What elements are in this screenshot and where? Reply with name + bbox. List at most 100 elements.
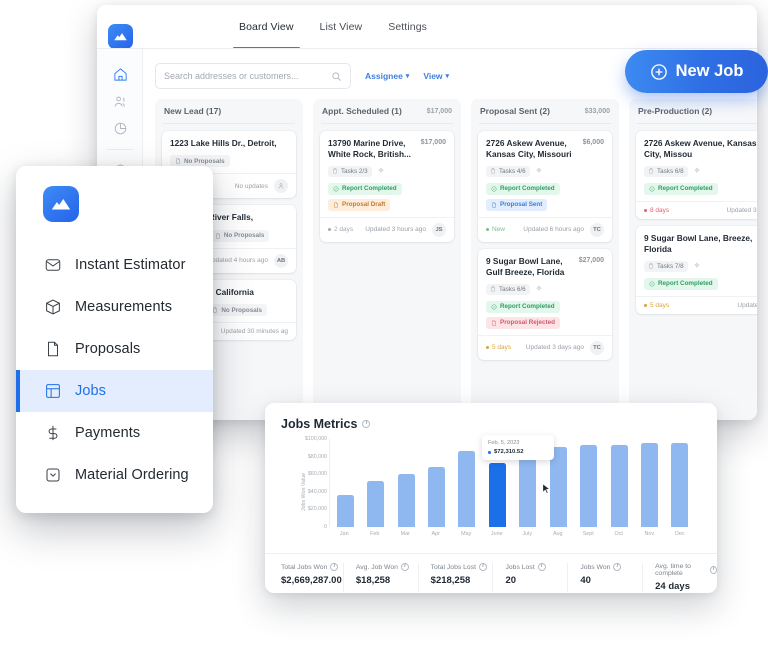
clipboard-icon xyxy=(491,286,495,292)
column-header: Proposal Sent (2) $33,000 xyxy=(478,99,612,123)
job-updated: Updated 4 hours ago xyxy=(207,257,268,265)
job-card-footer-right: No updates xyxy=(234,179,288,194)
chart-y-tick: $80,000 xyxy=(307,453,327,460)
job-card[interactable]: 2726 Askew Avenue, Kansas City, Missou Ta… xyxy=(636,131,757,219)
tooltip-value: $72,310.52 xyxy=(494,449,524,455)
chart-bar[interactable] xyxy=(367,481,385,527)
chart-bar[interactable] xyxy=(640,443,658,527)
column-title: Proposal Sent (2) xyxy=(480,106,550,116)
status-badge: Proposal Draft xyxy=(328,198,391,211)
chart-bar[interactable] xyxy=(488,463,506,527)
chart-bar-group[interactable] xyxy=(421,439,451,527)
menu-item-jobs[interactable]: Jobs xyxy=(16,370,213,412)
chart-bar[interactable] xyxy=(580,445,598,527)
metrics-header: Jobs Metrics i xyxy=(281,417,701,431)
tab-list-view-label: List View xyxy=(319,21,363,33)
status-dot-icon xyxy=(328,228,331,232)
job-address: 2726 Askew Avenue, Kansas City, Missou xyxy=(644,138,757,160)
metric-stat-value: 20 xyxy=(505,575,517,586)
new-job-button[interactable]: New Job xyxy=(625,50,768,93)
view-tabs: Board View List View Settings xyxy=(233,5,427,49)
job-card[interactable]: 9 Sugar Bowl Lane, Breeze, Florida Tasks … xyxy=(636,225,757,314)
chart-bar[interactable] xyxy=(397,474,415,527)
status-badge-label: Proposal Rejected xyxy=(500,319,555,327)
job-card[interactable]: 9 Sugar Bowl Lane, Gulf Breeze, Florida $… xyxy=(478,248,612,360)
job-card[interactable]: 13790 Marine Drive, White Rock, British.… xyxy=(320,131,454,242)
check-circle-icon xyxy=(491,186,497,192)
chart-bar[interactable] xyxy=(458,451,476,527)
menu-item-proposals[interactable]: Proposals xyxy=(16,328,213,370)
metric-stat-label: Avg. time to complete i xyxy=(655,563,717,577)
info-icon[interactable]: i xyxy=(330,563,339,571)
rail-divider xyxy=(106,149,133,150)
chart-bar[interactable] xyxy=(519,449,537,527)
menu-item-payments[interactable]: Payments xyxy=(16,412,213,454)
metrics-title: Jobs Metrics xyxy=(281,417,358,431)
filter-view-label: View xyxy=(423,71,443,81)
job-address: 13790 Marine Drive, White Rock, British.… xyxy=(328,138,411,160)
avatar[interactable]: TC xyxy=(590,222,604,237)
chart-bar-group[interactable] xyxy=(634,439,664,527)
avatar[interactable]: JS xyxy=(432,222,446,237)
menu-item-measurements[interactable]: Measurements xyxy=(16,286,213,328)
rail-item-customers[interactable] xyxy=(97,88,143,115)
avatar[interactable] xyxy=(274,179,288,194)
chart-bar[interactable] xyxy=(336,495,354,527)
info-icon[interactable]: i xyxy=(710,566,717,574)
status-dot-icon xyxy=(486,228,489,232)
avatar[interactable]: AB xyxy=(274,253,288,268)
chart-y-tick: 0 xyxy=(324,524,327,530)
job-card-footer: 2 days Updated 3 hours ago JS xyxy=(320,216,454,242)
avatar[interactable]: TC xyxy=(590,340,604,355)
rail-item-home[interactable] xyxy=(97,61,143,88)
tab-board-view[interactable]: Board View xyxy=(233,5,299,49)
chart-bar-group[interactable] xyxy=(665,439,695,527)
chart-bar-group[interactable] xyxy=(604,439,634,527)
filter-view[interactable]: View ▾ xyxy=(423,71,449,81)
tab-list-view[interactable]: List View xyxy=(320,5,363,49)
job-card-footer-right: Updated 3 d xyxy=(727,207,757,214)
info-icon[interactable]: i xyxy=(400,563,409,571)
job-updated: No updates xyxy=(234,182,268,190)
filter-assignee[interactable]: Assignee ▾ xyxy=(365,71,409,81)
info-icon[interactable]: i xyxy=(362,420,371,428)
app-topbar: Board View List View Settings xyxy=(97,5,757,49)
job-card-footer-right: Updated 30 minutes ag xyxy=(221,328,288,335)
job-card-top: 1223 Lake Hills Dr., Detroit, xyxy=(170,138,288,149)
tab-settings[interactable]: Settings xyxy=(388,5,427,49)
mouse-cursor-icon xyxy=(542,483,551,494)
chart-bar[interactable] xyxy=(671,442,689,527)
chart-bar[interactable] xyxy=(427,467,445,527)
menu-item-label: Material Ordering xyxy=(75,467,189,483)
document-icon xyxy=(492,202,496,208)
chart-bar-group[interactable] xyxy=(330,439,360,527)
job-card-footer: 5 days Updated xyxy=(636,295,757,314)
screenshot-root: Board View List View Settings Search add… xyxy=(0,0,768,648)
chart-y-tick: $20,000 xyxy=(307,506,327,513)
chart-bar[interactable] xyxy=(610,445,628,527)
job-card[interactable]: 2726 Askew Avenue, Kansas City, Missouri… xyxy=(478,131,612,242)
rail-item-reports[interactable] xyxy=(97,115,143,142)
search-input[interactable] xyxy=(164,71,331,81)
nav-menu-items: Instant Estimator Measurements Proposals Jo… xyxy=(16,244,213,496)
tasks-chip-label: Tasks 6/8 xyxy=(657,167,684,175)
metric-stat: Avg. Job Won i $18,258 xyxy=(342,563,418,592)
column-divider xyxy=(163,123,295,124)
chart-bar-group[interactable] xyxy=(573,439,603,527)
menu-item-instant-estimator[interactable]: Instant Estimator xyxy=(16,244,213,286)
column-title: Pre-Production (2) xyxy=(638,106,713,116)
info-icon[interactable]: i xyxy=(537,563,546,571)
job-age-label: 8 days xyxy=(650,206,670,214)
tab-board-view-label: Board View xyxy=(239,21,294,33)
info-icon[interactable]: i xyxy=(479,563,487,571)
tasks-chip: Tasks 2/3 xyxy=(328,165,372,177)
menu-item-material-ordering[interactable]: Material Ordering xyxy=(16,454,213,496)
chart-bar-group[interactable] xyxy=(391,439,421,527)
chart-bar-group[interactable] xyxy=(360,439,390,527)
chart-bar-group[interactable] xyxy=(452,439,482,527)
search-box[interactable] xyxy=(155,63,351,89)
job-card-badges: Report Completed xyxy=(644,182,757,195)
info-icon[interactable]: i xyxy=(613,563,622,571)
jobs-won-value-chart: Jobs Won Value $100,000 $80,000 $60,000 $40… xyxy=(281,435,701,545)
chart-x-tick: June xyxy=(490,531,503,537)
